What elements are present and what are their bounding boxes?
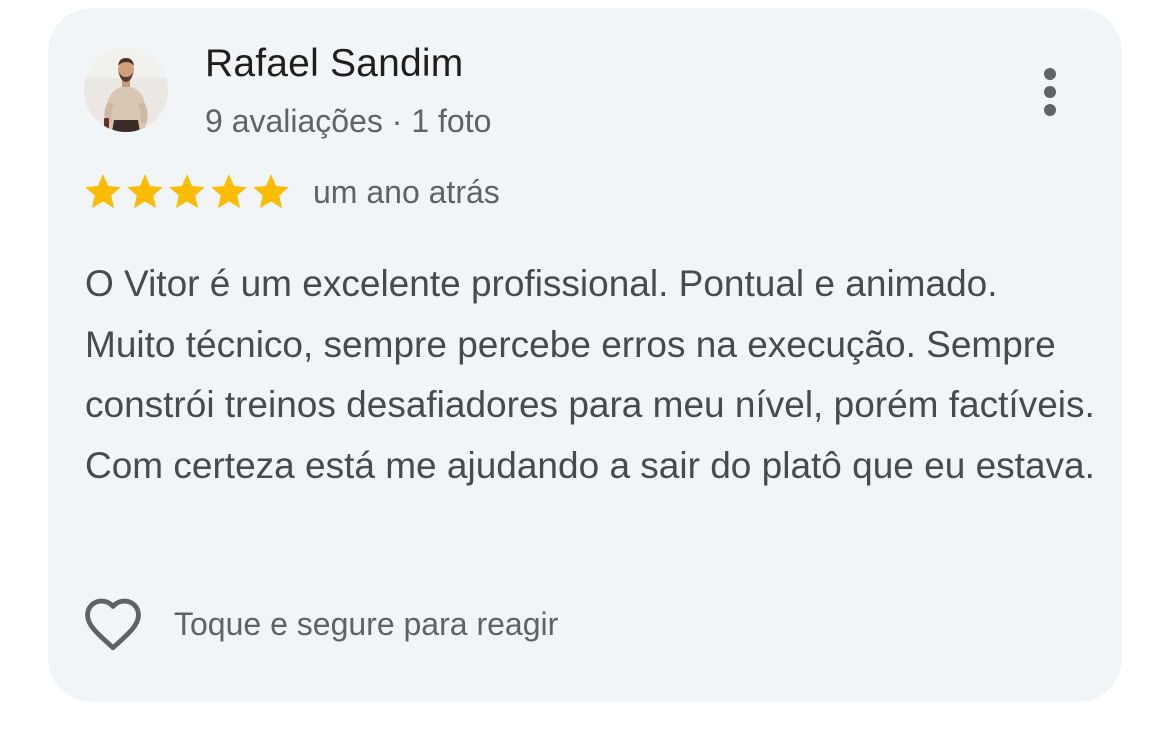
more-vertical-icon-dot (1044, 104, 1056, 116)
person-avatar-photo (84, 48, 168, 132)
star-icon (253, 174, 289, 209)
react-label: Toque e segure para reagir (174, 605, 559, 642)
review-card: Rafael Sandim 9 avaliações · 1 foto um a… (48, 8, 1122, 702)
avatar[interactable] (84, 48, 168, 132)
review-date: um ano atrás (313, 174, 500, 210)
star-icon (85, 174, 121, 209)
star-icon (127, 174, 163, 209)
review-text: O Vitor é um excelente profissional. Pon… (85, 263, 1095, 486)
more-vertical-icon-dot (1044, 86, 1056, 98)
more-vertical-icon (1044, 68, 1056, 80)
author-name[interactable]: Rafael Sandim (205, 42, 463, 86)
star-icon (169, 174, 205, 209)
star-icon (211, 174, 247, 209)
star-rating (82, 170, 292, 214)
more-options-button[interactable] (1030, 60, 1070, 124)
author-meta: 9 avaliações · 1 foto (205, 103, 492, 139)
react-button[interactable]: Toque e segure para reagir (82, 592, 558, 656)
heart-outline-icon (85, 598, 141, 651)
